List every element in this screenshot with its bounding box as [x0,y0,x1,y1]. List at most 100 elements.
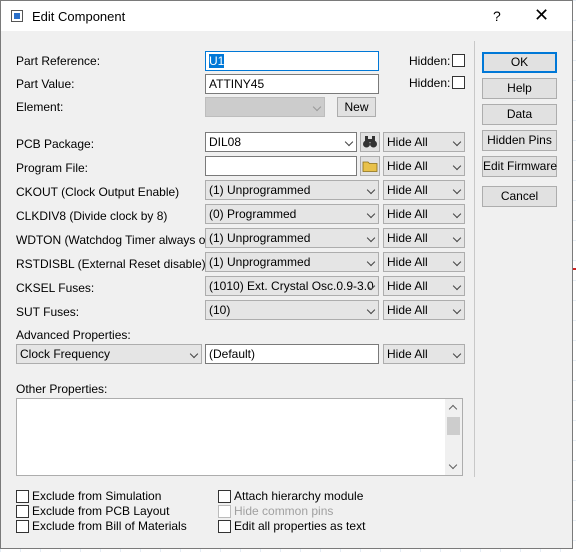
advanced-property-visibility-select[interactable]: Hide All [383,344,465,364]
property-label-cksel: CKSEL Fuses: [16,281,95,295]
chevron-down-icon [312,102,322,112]
other-properties-scrollbar[interactable] [445,399,462,475]
advanced-property-value-input[interactable]: (Default) [205,344,379,364]
property-label-rstdisbl: RSTDISBL (External Reset disable) [16,257,206,271]
window-title: Edit Component [32,9,126,24]
part-reference-value: U1 [209,54,225,68]
hide-common-pins-label: Hide common pins [234,504,334,518]
title-bar: Edit Component ? ✕ [1,1,572,31]
package-browser-button[interactable] [360,132,380,152]
exclude-bom-checkbox[interactable] [16,520,29,533]
chevron-down-icon [366,257,376,267]
folder-icon [362,161,378,172]
property-value: (1) Unprogrammed [209,183,311,197]
exclude-simulation-checkbox[interactable] [16,490,29,503]
chevron-down-icon [344,137,354,147]
program-file-visibility-value: Hide All [387,159,428,173]
scroll-up-icon[interactable] [448,404,458,414]
pcb-package-visibility-value: Hide All [387,135,428,149]
chevron-down-icon [452,257,462,267]
property-value: (10) [209,303,231,317]
property-select-ckout[interactable]: (1) Unprogrammed [205,180,379,200]
chevron-down-icon [452,185,462,195]
property-select-clkdiv8[interactable]: (0) Programmed [205,204,379,224]
help-button[interactable]: Help [482,78,557,99]
property-label-wdton: WDTON (Watchdog Timer always on) [16,233,217,247]
help-icon[interactable]: ? [493,8,501,24]
exclude-simulation-label: Exclude from Simulation [32,489,162,503]
binoculars-icon [363,136,377,148]
part-value-hidden-label: Hidden: [409,76,451,90]
property-visibility-sut[interactable]: Hide All [383,300,465,320]
pcb-package-label: PCB Package: [16,137,95,151]
visibility-value: Hide All [387,279,428,293]
part-reference-hidden-label: Hidden: [409,54,451,68]
element-label: Element: [16,100,64,114]
property-select-rstdisbl[interactable]: (1) Unprogrammed [205,252,379,272]
chevron-down-icon [452,349,462,359]
part-value-hidden-checkbox[interactable] [452,76,465,89]
edit-as-text-checkbox[interactable] [218,520,231,533]
property-visibility-cksel[interactable]: Hide All [383,276,465,296]
exclude-bom-label: Exclude from Bill of Materials [32,519,187,533]
part-value-label: Part Value: [16,77,75,91]
property-value: (1) Unprogrammed [209,231,311,245]
hidden-pins-button[interactable]: Hidden Pins [482,130,557,151]
program-file-visibility-select[interactable]: Hide All [383,156,465,176]
exclude-pcb-checkbox[interactable] [16,505,29,518]
ok-button[interactable]: OK [482,52,557,73]
part-value-input[interactable]: ATTINY45 [205,74,379,94]
edit-component-dialog: Edit Component ? ✕ Part Reference: U1 Hi… [0,0,573,549]
edit-as-text-label: Edit all properties as text [234,519,366,533]
close-icon[interactable]: ✕ [534,5,549,26]
property-value: (1010) Ext. Crystal Osc.0.9-3.0 M [209,279,379,293]
part-reference-label: Part Reference: [16,54,101,68]
chevron-down-icon [452,137,462,147]
pcb-package-value: DIL08 [209,135,242,149]
visibility-value: Hide All [387,231,428,245]
part-reference-hidden-checkbox[interactable] [452,54,465,67]
chevron-down-icon [452,305,462,315]
property-select-wdton[interactable]: (1) Unprogrammed [205,228,379,248]
chevron-down-icon [452,209,462,219]
advanced-property-select[interactable]: Clock Frequency [16,344,202,364]
property-label-clkdiv8: CLKDIV8 (Divide clock by 8) [16,209,168,223]
property-visibility-rstdisbl[interactable]: Hide All [383,252,465,272]
visibility-value: Hide All [387,183,428,197]
new-element-button[interactable]: New [337,97,376,117]
chevron-down-icon [366,185,376,195]
property-value: (0) Programmed [209,207,297,221]
property-label-sut: SUT Fuses: [16,305,80,319]
button-column-separator [474,41,475,477]
attach-hierarchy-label: Attach hierarchy module [234,489,364,503]
scroll-down-icon[interactable] [448,460,458,470]
visibility-value: Hide All [387,207,428,221]
visibility-value: Hide All [387,303,428,317]
part-reference-input[interactable]: U1 [205,51,379,71]
chevron-down-icon [189,349,199,359]
chevron-down-icon [452,233,462,243]
property-label-ckout: CKOUT (Clock Output Enable) [16,185,180,199]
property-visibility-ckout[interactable]: Hide All [383,180,465,200]
attach-hierarchy-checkbox[interactable] [218,490,231,503]
chevron-down-icon [452,161,462,171]
program-file-input[interactable] [205,156,357,176]
pcb-package-select[interactable]: DIL08 [205,132,357,152]
property-select-cksel[interactable]: (1010) Ext. Crystal Osc.0.9-3.0 M [205,276,379,296]
element-select [205,97,325,117]
property-visibility-clkdiv8[interactable]: Hide All [383,204,465,224]
data-button[interactable]: Data [482,104,557,125]
edit-firmware-button[interactable]: Edit Firmware [482,156,557,177]
other-properties-textarea[interactable] [16,398,463,476]
chevron-down-icon [366,209,376,219]
property-select-sut[interactable]: (10) [205,300,379,320]
program-file-browse-button[interactable] [360,156,380,176]
pcb-package-visibility-select[interactable]: Hide All [383,132,465,152]
property-value: (1) Unprogrammed [209,255,311,269]
exclude-pcb-label: Exclude from PCB Layout [32,504,170,518]
property-visibility-wdton[interactable]: Hide All [383,228,465,248]
chevron-down-icon [452,281,462,291]
hide-common-pins-checkbox [218,505,231,518]
scroll-thumb[interactable] [447,417,460,435]
cancel-button[interactable]: Cancel [482,186,557,207]
